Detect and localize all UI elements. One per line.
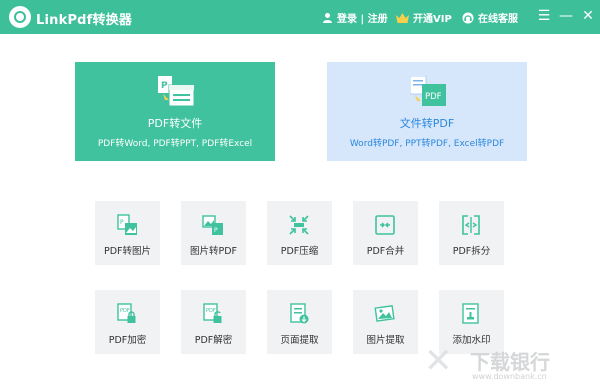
site-watermark: ✕ 下载银行 www.downbank.cn: [424, 344, 594, 384]
merge-icon: [375, 215, 395, 235]
menu-icon[interactable]: ☰: [536, 7, 552, 25]
pdf-to-file-icon: P: [158, 76, 194, 106]
app-title: LinkPdf转换器: [36, 13, 133, 28]
pdf-to-image-icon: P: [117, 214, 137, 235]
file-to-pdf-card[interactable]: PDF 文件转PDF Word转PDF, PPT转PDF, Excel转PDF: [327, 62, 527, 161]
tool-label: 页面提取: [280, 335, 319, 346]
compress-icon: [289, 215, 309, 235]
user-icon: [323, 13, 332, 23]
tool-label: PDF解密: [194, 335, 233, 346]
close-icon[interactable]: ✕: [580, 7, 596, 25]
title-bar: LinkPdf转换器 登录 | 注册 开通VIP 在线客服 ☰ — ✕: [0, 0, 600, 34]
watermark-icon: [462, 303, 479, 324]
svg-text:PDF: PDF: [120, 308, 130, 314]
vip-label: 开通VIP: [413, 14, 452, 25]
svg-text:P: P: [120, 219, 124, 226]
pdf-to-file-subtitle: PDF转Word, PDF转PPT, PDF转Excel: [97, 139, 253, 149]
pdf-to-file-card[interactable]: P PDF转文件 PDF转Word, PDF转PPT, PDF转Excel: [75, 62, 275, 161]
tool-label: PDF合并: [366, 246, 405, 257]
pdf-badge: PDF: [425, 92, 442, 102]
page-extract-icon: [290, 303, 309, 324]
login-label: 登录 | 注册: [337, 14, 388, 25]
tool-pdf-decrypt[interactable]: PDF PDF解密: [181, 290, 246, 354]
svg-text:P: P: [161, 81, 168, 91]
tool-pdf-merge[interactable]: PDF合并: [353, 201, 418, 265]
split-icon: [462, 215, 480, 235]
tool-page-extract[interactable]: 页面提取: [267, 290, 332, 354]
tool-label: 图片转PDF: [189, 246, 237, 257]
minimize-icon[interactable]: —: [558, 7, 574, 25]
image-extract-icon: [374, 305, 395, 322]
tool-label: PDF拆分: [452, 246, 491, 257]
svg-text:PDF: PDF: [206, 308, 216, 314]
app-logo-icon: [9, 6, 31, 28]
tool-label: PDF压缩: [280, 246, 319, 257]
vip-button[interactable]: 开通VIP: [396, 10, 452, 25]
tool-label: PDF加密: [108, 335, 147, 346]
lock-icon: PDF: [117, 303, 136, 323]
watermark-x-logo-icon: ✕: [424, 341, 453, 381]
tool-image-extract[interactable]: 图片提取: [353, 290, 418, 354]
service-label: 在线客服: [478, 14, 518, 25]
watermark-url: www.downbank.cn: [472, 372, 547, 381]
file-to-pdf-icon: PDF: [410, 76, 446, 106]
tool-pdf-compress[interactable]: PDF压缩: [267, 201, 332, 265]
file-to-pdf-title: 文件转PDF: [399, 117, 455, 130]
tool-label: PDF转图片: [103, 246, 151, 257]
file-to-pdf-subtitle: Word转PDF, PPT转PDF, Excel转PDF: [349, 139, 505, 149]
tool-image-to-pdf[interactable]: P 图片转PDF: [181, 201, 246, 265]
watermark-text: 下载银行: [470, 350, 550, 374]
headset-icon: [462, 12, 474, 23]
online-service-button[interactable]: 在线客服: [462, 10, 518, 25]
tool-pdf-encrypt[interactable]: PDF PDF加密: [95, 290, 160, 354]
pdf-to-file-title: PDF转文件: [147, 117, 203, 130]
tool-pdf-split[interactable]: PDF拆分: [439, 201, 504, 265]
tool-pdf-to-image[interactable]: P PDF转图片: [95, 201, 160, 265]
tool-label: 图片提取: [366, 335, 405, 346]
crown-icon: [396, 12, 409, 23]
svg-text:P: P: [214, 227, 218, 234]
login-button[interactable]: 登录 | 注册: [322, 10, 388, 25]
unlock-icon: PDF: [203, 303, 222, 323]
image-to-pdf-icon: P: [202, 215, 223, 235]
